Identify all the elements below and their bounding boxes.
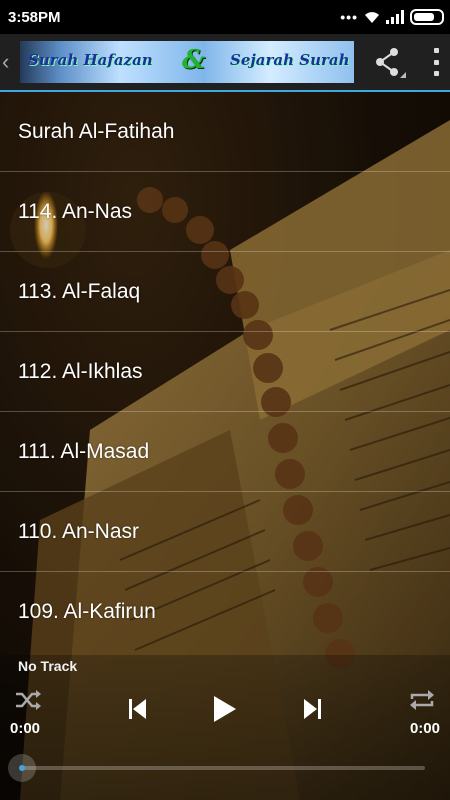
signal-icon <box>386 10 404 24</box>
banner-title-1: Surah Hafazan <box>28 51 153 69</box>
previous-icon[interactable] <box>128 697 148 721</box>
back-icon[interactable]: ‹ <box>0 49 16 75</box>
wifi-icon <box>365 12 379 23</box>
next-icon[interactable] <box>302 697 322 721</box>
status-bar: 3:58PM ••• <box>0 0 450 34</box>
app-banner[interactable]: Surah Hafazan & Sejarah Surah <box>20 41 354 83</box>
list-item[interactable]: 112. Al-Ikhlas <box>0 332 450 412</box>
share-icon[interactable] <box>370 44 406 80</box>
overflow-menu-icon[interactable] <box>428 48 444 76</box>
action-bar: ‹ Surah Hafazan & Sejarah Surah <box>0 34 450 92</box>
repeat-icon[interactable] <box>408 689 436 711</box>
list-item[interactable]: 114. An-Nas <box>0 172 450 252</box>
list-item[interactable]: 113. Al-Falaq <box>0 252 450 332</box>
track-title: No Track <box>18 658 78 674</box>
list-item[interactable]: 111. Al-Masad <box>0 412 450 492</box>
total-time: 0:00 <box>409 720 440 737</box>
list-item[interactable]: 109. Al-Kafirun <box>0 572 450 652</box>
banner-ampersand: & <box>182 45 206 75</box>
list-item[interactable]: 110. An-Nasr <box>0 492 450 572</box>
banner-title-2: Sejarah Surah <box>230 51 350 69</box>
shuffle-icon[interactable] <box>14 689 42 711</box>
seek-thumb[interactable] <box>8 754 36 782</box>
surah-list: Surah Al-Fatihah 114. An-Nas 113. Al-Fal… <box>0 92 450 652</box>
seek-bar[interactable] <box>20 766 425 770</box>
battery-icon <box>410 9 444 25</box>
notification-dots-icon: ••• <box>340 9 358 25</box>
audio-player: No Track 0:00 0:00 <box>0 655 450 800</box>
elapsed-time: 0:00 <box>10 720 41 737</box>
play-icon[interactable] <box>212 695 238 723</box>
list-item[interactable]: Surah Al-Fatihah <box>0 92 450 172</box>
status-time: 3:58PM <box>8 8 61 26</box>
